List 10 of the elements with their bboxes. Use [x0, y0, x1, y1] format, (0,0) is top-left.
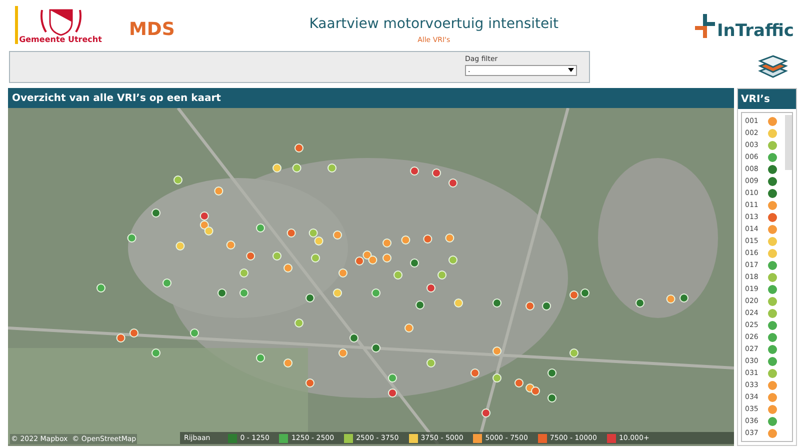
vri-panel-header: VRI’s	[738, 89, 796, 109]
app-name: MDS	[129, 18, 175, 42]
org-name: Gemeente Utrecht	[19, 36, 102, 44]
dropdown-caret-icon	[568, 68, 574, 72]
brand-name: InTraffic	[716, 23, 794, 40]
layers-icon[interactable]	[758, 54, 788, 80]
page-title: Kaartview motorvoertuig intensiteit	[309, 15, 559, 34]
map-panel-header: Overzicht van alle VRI’s op een kaart	[8, 88, 734, 108]
brand-logo-icon	[692, 12, 717, 40]
scrollbar-thumb[interactable]	[785, 115, 792, 170]
